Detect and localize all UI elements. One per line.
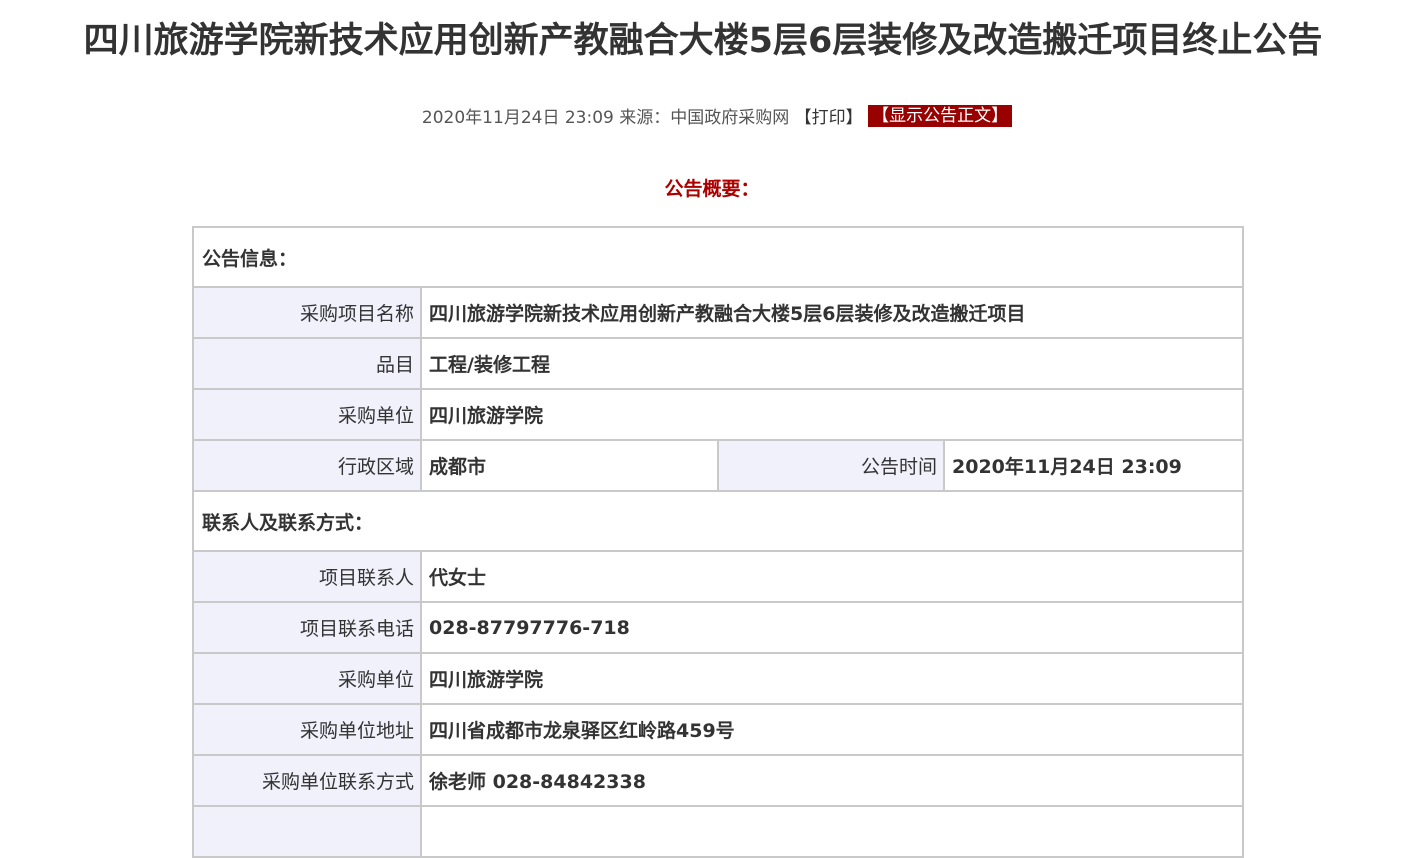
buyer-contact-label: 采购单位联系方式: [192, 754, 422, 807]
contact-buyer-value: 四川旅游学院: [419, 652, 1245, 705]
table-row: 联系人及联系方式：: [191, 490, 1245, 552]
source-text: 来源：中国政府采购网: [619, 108, 790, 128]
table-row: 采购单位 四川旅游学院: [192, 652, 1245, 705]
table-row: 采购单位 四川旅游学院: [192, 388, 1245, 441]
project-contact-value: 代女士: [419, 550, 1245, 603]
contact-buyer-label: 采购单位: [192, 652, 422, 705]
table-row: 品目 工程/装修工程: [192, 337, 1245, 390]
project-contact-label: 项目联系人: [192, 550, 422, 603]
print-link[interactable]: 【打印】: [795, 108, 863, 128]
table-row: 公告信息：: [191, 226, 1245, 288]
project-phone-label: 项目联系电话: [192, 601, 422, 654]
buyer-value: 四川旅游学院: [419, 388, 1245, 441]
region-label: 行政区域: [192, 439, 422, 492]
table-row: 行政区域 成都市 公告时间 2020年11月24日 23:09: [192, 439, 1245, 492]
category-value: 工程/装修工程: [419, 337, 1245, 390]
page-title: 四川旅游学院新技术应用创新产教融合大楼5层6层装修及改造搬迁项目终止公告: [83, 21, 1323, 61]
next-row-value: [419, 805, 1245, 858]
table-row: [192, 805, 1245, 858]
publish-datetime: 2020年11月24日 23:09: [421, 108, 614, 128]
project-name-value: 四川旅游学院新技术应用创新产教融合大楼5层6层装修及改造搬迁项目: [419, 286, 1245, 339]
table-row: 项目联系人 代女士: [192, 550, 1245, 603]
section-heading-announcement-info: 公告信息：: [191, 226, 1245, 288]
show-full-text-button[interactable]: 【显示公告正文】: [868, 104, 1013, 127]
buyer-contact-value: 徐老师 028-84842338: [419, 754, 1245, 807]
buyer-address-label: 采购单位地址: [192, 703, 422, 756]
region-value: 成都市: [420, 439, 719, 492]
announcement-time-value: 2020年11月24日 23:09: [942, 439, 1245, 492]
summary-heading: 公告概要：: [664, 178, 760, 200]
category-label: 品目: [192, 337, 422, 390]
table-row: 项目联系电话 028-87797776-718: [192, 601, 1245, 654]
announcement-meta: 2020年11月24日 23:09 来源：中国政府采购网 【打印】 【显示公告正…: [0, 103, 1428, 128]
announcement-summary-table: 公告信息： 采购项目名称 四川旅游学院新技术应用创新产教融合大楼5层6层装修及改…: [191, 226, 1245, 858]
buyer-address-value: 四川省成都市龙泉驿区红岭路459号: [419, 703, 1245, 756]
project-phone-value: 028-87797776-718: [419, 601, 1245, 654]
next-row-label: [192, 805, 422, 858]
table-row: 采购项目名称 四川旅游学院新技术应用创新产教融合大楼5层6层装修及改造搬迁项目: [192, 286, 1245, 339]
table-row: 采购单位联系方式 徐老师 028-84842338: [192, 754, 1245, 807]
table-row: 采购单位地址 四川省成都市龙泉驿区红岭路459号: [192, 703, 1245, 756]
buyer-label: 采购单位: [192, 388, 422, 441]
section-heading-contact: 联系人及联系方式：: [191, 490, 1245, 552]
project-name-label: 采购项目名称: [192, 286, 422, 339]
announcement-time-label: 公告时间: [717, 439, 945, 492]
